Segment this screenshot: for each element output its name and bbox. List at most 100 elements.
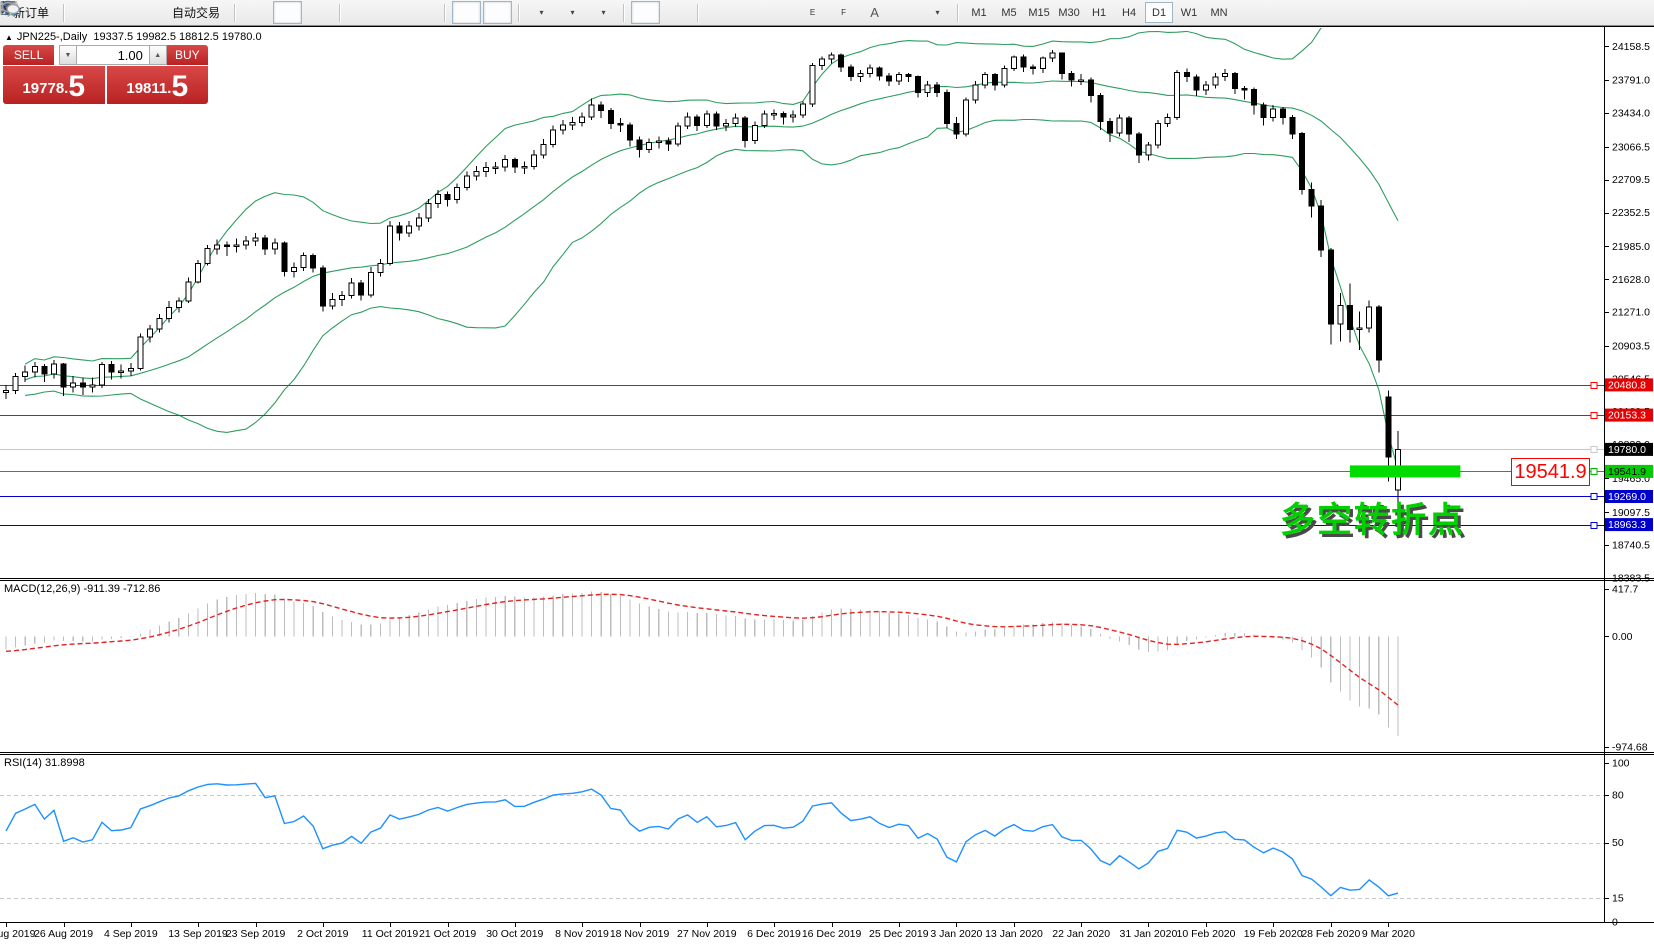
arrows-icon[interactable]: ▾ — [922, 1, 951, 24]
svg-text:13 Sep 2019: 13 Sep 2019 — [168, 928, 228, 940]
text-icon[interactable]: A — [860, 1, 889, 24]
crosshair-icon[interactable] — [662, 1, 691, 24]
svg-text:30 Oct 2019: 30 Oct 2019 — [486, 928, 543, 940]
cursor-icon[interactable] — [631, 1, 660, 24]
vertical-line-icon[interactable] — [705, 1, 734, 24]
toolbar-separator — [444, 4, 446, 22]
period-clock-icon[interactable]: ▾ — [557, 1, 586, 24]
svg-text:20480.8: 20480.8 — [1608, 379, 1646, 391]
search-icon[interactable] — [1589, 1, 1618, 24]
annotation-text[interactable]: 多空转折点 — [1280, 492, 1465, 543]
dropdown-arrow-icon: ▾ — [540, 8, 544, 17]
bar-chart-icon[interactable] — [242, 1, 271, 24]
dropdown-arrow-icon: ▾ — [936, 8, 940, 17]
market-icon[interactable] — [71, 1, 100, 24]
fibonacci-icon[interactable]: F — [829, 1, 858, 24]
svg-text:22352.5: 22352.5 — [1612, 207, 1650, 219]
svg-text:11 Oct 2019: 11 Oct 2019 — [362, 928, 419, 940]
svg-text:18740.5: 18740.5 — [1612, 540, 1650, 552]
timeframe-H1[interactable]: H1 — [1085, 2, 1113, 23]
chart-shift-icon[interactable] — [483, 1, 512, 24]
add-indicator-icon[interactable]: ▾ — [526, 1, 555, 24]
toolbar-separator — [339, 4, 341, 22]
svg-text:9 Mar 2020: 9 Mar 2020 — [1362, 928, 1415, 940]
svg-text:100: 100 — [1612, 758, 1630, 770]
chart-canvas[interactable]: 24158.5 23791.0 23434.0 23066.5 22709.5 22352… — [0, 0, 1654, 944]
svg-text:23791.0: 23791.0 — [1612, 75, 1650, 87]
timeframe-M30[interactable]: M30 — [1055, 2, 1083, 23]
svg-text:6 Dec 2019: 6 Dec 2019 — [747, 928, 801, 940]
autotrade-label: 自动交易 — [168, 4, 224, 21]
text-label-icon[interactable]: T — [891, 1, 920, 24]
mt4-window: 新订单 自动交易 ▾ ▾ ▾ E F A T ▾ — [0, 0, 1654, 944]
autotrade-button[interactable]: 自动交易 — [164, 1, 228, 24]
svg-text:19 Feb 2020: 19 Feb 2020 — [1244, 928, 1303, 940]
timeframe-MN[interactable]: MN — [1205, 2, 1233, 23]
svg-text:18 Nov 2019: 18 Nov 2019 — [610, 928, 670, 940]
timeframe-M15[interactable]: M15 — [1025, 2, 1053, 23]
symbol-name: JPN225-,Daily — [17, 31, 87, 43]
toolbar: 新订单 自动交易 ▾ ▾ ▾ E F A T ▾ — [0, 0, 1654, 26]
svg-text:19780.0: 19780.0 — [1608, 444, 1646, 456]
zoom-in-icon[interactable] — [347, 1, 376, 24]
channel-icon[interactable]: E — [798, 1, 827, 24]
buy-price[interactable]: 19811.5 — [107, 66, 209, 104]
sell-price[interactable]: 19778.5 — [3, 66, 105, 104]
line-chart-icon[interactable] — [304, 1, 333, 24]
volume-down-button[interactable]: ▼ — [59, 45, 77, 65]
svg-text:10 Feb 2020: 10 Feb 2020 — [1177, 928, 1236, 940]
ohlc-values: 19337.5 19982.5 18812.5 19780.0 — [93, 31, 261, 43]
macd-values: -911.39 -712.86 — [83, 583, 160, 595]
toolbar-separator — [623, 4, 625, 22]
svg-text:25 Dec 2019: 25 Dec 2019 — [869, 928, 929, 940]
svg-text:18963.3: 18963.3 — [1608, 519, 1646, 531]
svg-text:21 Oct 2019: 21 Oct 2019 — [419, 928, 476, 940]
svg-text:26 Aug 2019: 26 Aug 2019 — [34, 928, 93, 940]
svg-text:19097.5: 19097.5 — [1612, 507, 1650, 519]
timeframe-M5[interactable]: M5 — [995, 2, 1023, 23]
template-icon[interactable]: ▾ — [588, 1, 617, 24]
tile-windows-icon[interactable] — [409, 1, 438, 24]
svg-text:28 Feb 2020: 28 Feb 2020 — [1301, 928, 1360, 940]
signal-icon[interactable] — [133, 1, 162, 24]
timeframe-M1[interactable]: M1 — [965, 2, 993, 23]
price-callout[interactable]: 19541.9 — [1511, 458, 1590, 486]
chat-icon[interactable] — [1620, 1, 1649, 24]
timeframe-D1[interactable]: D1 — [1145, 2, 1173, 23]
svg-text:0.00: 0.00 — [1612, 631, 1633, 643]
collapse-arrow-icon[interactable]: ▲ — [5, 33, 13, 42]
svg-text:21985.0: 21985.0 — [1612, 241, 1650, 253]
horizontal-line-icon[interactable] — [736, 1, 765, 24]
svg-text:-974.68: -974.68 — [1612, 742, 1648, 754]
svg-text:21271.0: 21271.0 — [1612, 307, 1650, 319]
account-icon[interactable] — [102, 1, 131, 24]
svg-text:20153.3: 20153.3 — [1608, 410, 1646, 422]
svg-text:23434.0: 23434.0 — [1612, 108, 1650, 120]
svg-text:0: 0 — [1612, 917, 1618, 929]
toolbar-separator — [518, 4, 520, 22]
trendline-icon[interactable] — [767, 1, 796, 24]
candlestick-chart-icon[interactable] — [273, 1, 302, 24]
timeframe-W1[interactable]: W1 — [1175, 2, 1203, 23]
svg-text:20903.5: 20903.5 — [1612, 341, 1650, 353]
svg-text:23 Sep 2019: 23 Sep 2019 — [226, 928, 286, 940]
svg-text:22709.5: 22709.5 — [1612, 174, 1650, 186]
svg-text:23066.5: 23066.5 — [1612, 141, 1650, 153]
svg-text:27 Nov 2019: 27 Nov 2019 — [677, 928, 737, 940]
buy-button[interactable]: BUY — [167, 45, 208, 65]
sell-button[interactable]: SELL — [3, 45, 54, 65]
svg-text:22 Jan 2020: 22 Jan 2020 — [1052, 928, 1110, 940]
svg-text:15: 15 — [1612, 893, 1624, 905]
toolbar-right-group — [1588, 1, 1650, 24]
toolbar-separator — [234, 4, 236, 22]
svg-text:13 Jan 2020: 13 Jan 2020 — [985, 928, 1043, 940]
volume-input[interactable] — [77, 45, 149, 65]
timeframe-H4[interactable]: H4 — [1115, 2, 1143, 23]
svg-text:19269.0: 19269.0 — [1608, 491, 1646, 503]
rsi-label: RSI(14) 31.8998 — [4, 757, 85, 769]
svg-text:417.7: 417.7 — [1612, 584, 1638, 596]
auto-scroll-icon[interactable] — [452, 1, 481, 24]
svg-text:24158.5: 24158.5 — [1612, 41, 1650, 53]
volume-up-button[interactable]: ▲ — [149, 45, 167, 65]
zoom-out-icon[interactable] — [378, 1, 407, 24]
